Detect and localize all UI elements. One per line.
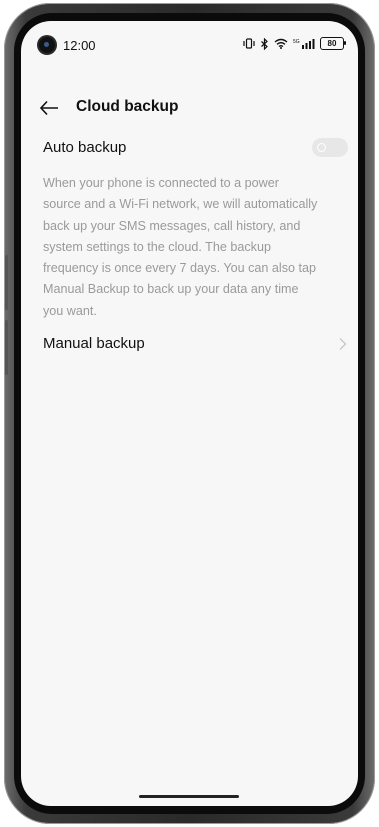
auto-backup-row: Auto backup [43, 134, 348, 164]
volume-up-button [5, 255, 8, 310]
volume-down-button [5, 320, 8, 375]
bluetooth-icon [260, 37, 269, 50]
header: Cloud backup [21, 93, 358, 123]
vibrate-icon [243, 38, 255, 49]
back-arrow-icon[interactable] [39, 99, 59, 117]
manual-backup-label: Manual backup [43, 335, 145, 352]
wifi-icon [274, 38, 288, 49]
signal-icon: 5G [293, 38, 315, 49]
manual-backup-row[interactable]: Manual backup [43, 333, 348, 359]
battery-indicator: 80 [320, 37, 346, 50]
auto-backup-toggle[interactable] [312, 138, 348, 157]
front-camera [39, 37, 55, 53]
status-time: 12:00 [63, 38, 96, 53]
auto-backup-description: When your phone is connected to a power … [43, 176, 318, 318]
status-icons: 5G 80 [243, 37, 346, 50]
home-indicator[interactable] [139, 795, 239, 798]
page-title: Cloud backup [76, 98, 179, 115]
status-bar: 12:00 5G 80 [21, 21, 358, 71]
svg-text:5G: 5G [293, 39, 300, 45]
screen: 12:00 5G 80 Cloud backup Auto backup Whe… [21, 21, 358, 806]
chevron-right-icon [338, 337, 348, 351]
toggle-knob [317, 143, 326, 152]
auto-backup-label: Auto backup [43, 139, 127, 156]
